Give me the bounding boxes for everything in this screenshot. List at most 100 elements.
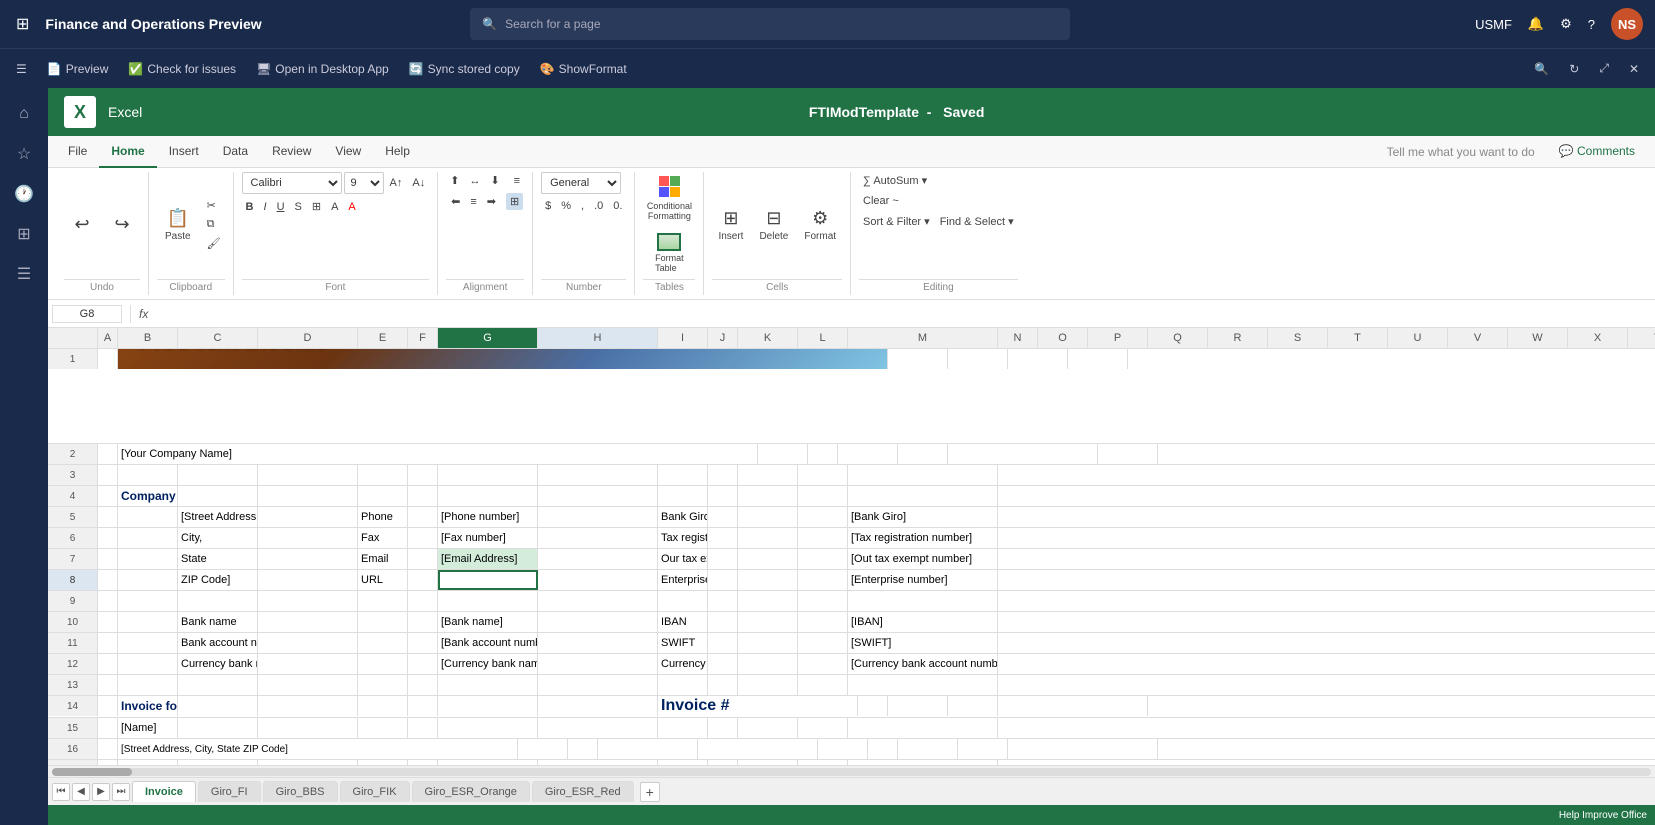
cell-g6[interactable]: [Fax number] bbox=[438, 528, 538, 548]
cell-f16[interactable] bbox=[568, 739, 598, 759]
tab-help[interactable]: Help bbox=[373, 136, 422, 168]
undo-btn[interactable]: ↩ bbox=[64, 210, 100, 239]
find-select-btn[interactable]: Find & Select ▾ bbox=[936, 213, 1018, 230]
cell-e15[interactable] bbox=[358, 718, 408, 738]
cell-j3[interactable] bbox=[708, 465, 738, 485]
cell-e12[interactable] bbox=[358, 654, 408, 674]
cell-h17[interactable] bbox=[538, 760, 658, 765]
cell-f6[interactable] bbox=[408, 528, 438, 548]
cell-i7[interactable]: Our tax exempt number bbox=[658, 549, 708, 569]
cell-j10[interactable] bbox=[708, 612, 738, 632]
cell-j9[interactable] bbox=[708, 591, 738, 611]
cell-a17[interactable] bbox=[98, 760, 118, 765]
cell-f14[interactable] bbox=[408, 696, 438, 716]
cell-e14[interactable] bbox=[358, 696, 408, 716]
cell-d6[interactable] bbox=[258, 528, 358, 548]
col-header-r[interactable]: R bbox=[1208, 328, 1268, 348]
sheet-next-btn[interactable]: ▶ bbox=[92, 783, 110, 801]
cell-e3[interactable] bbox=[358, 465, 408, 485]
formula-input[interactable] bbox=[156, 305, 1651, 323]
cell-d9[interactable] bbox=[258, 591, 358, 611]
cell-b11[interactable] bbox=[118, 633, 178, 653]
col-header-y[interactable]: Y bbox=[1628, 328, 1655, 348]
cell-i4[interactable] bbox=[658, 486, 708, 506]
cell-a7[interactable] bbox=[98, 549, 118, 569]
cell-c3[interactable] bbox=[178, 465, 258, 485]
tab-home[interactable]: Home bbox=[99, 136, 156, 168]
cell-a5[interactable] bbox=[98, 507, 118, 527]
cell-l17[interactable] bbox=[798, 760, 848, 765]
font-size-select[interactable]: 9 bbox=[344, 172, 384, 194]
cell-b14[interactable]: Invoice for bbox=[118, 696, 178, 716]
cell-j13[interactable] bbox=[708, 675, 738, 695]
col-header-i[interactable]: I bbox=[658, 328, 708, 348]
sidebar-recent[interactable]: 🕐 bbox=[6, 176, 42, 212]
cell-l2[interactable] bbox=[898, 444, 948, 464]
cell-p1[interactable] bbox=[888, 349, 948, 369]
col-header-k[interactable]: K bbox=[738, 328, 798, 348]
cell-k12[interactable] bbox=[738, 654, 798, 674]
cell-k16[interactable] bbox=[898, 739, 958, 759]
tab-review[interactable]: Review bbox=[260, 136, 323, 168]
cell-j7[interactable] bbox=[708, 549, 738, 569]
cell-d8[interactable] bbox=[258, 570, 358, 590]
cell-d4[interactable] bbox=[258, 486, 358, 506]
col-header-b[interactable]: B bbox=[118, 328, 178, 348]
cell-e13[interactable] bbox=[358, 675, 408, 695]
sheet-tab-giro-bbs[interactable]: Giro_BBS bbox=[263, 781, 338, 802]
cell-a9[interactable] bbox=[98, 591, 118, 611]
cell-a14[interactable] bbox=[98, 696, 118, 716]
scrollbar-thumb[interactable] bbox=[52, 768, 132, 776]
cell-g9[interactable] bbox=[438, 591, 538, 611]
cell-a10[interactable] bbox=[98, 612, 118, 632]
sheet-tab-giro-esr-orange[interactable]: Giro_ESR_Orange bbox=[412, 781, 530, 802]
cell-b2[interactable]: [Your Company Name] bbox=[118, 444, 758, 464]
cell-n2[interactable] bbox=[1098, 444, 1158, 464]
col-header-h[interactable]: H bbox=[538, 328, 658, 348]
avatar[interactable]: NS bbox=[1611, 8, 1643, 40]
sheet-first-btn[interactable]: ⏮ bbox=[52, 783, 70, 801]
cell-f13[interactable] bbox=[408, 675, 438, 695]
cell-b15[interactable]: [Name] bbox=[118, 718, 178, 738]
cell-a1[interactable] bbox=[98, 349, 118, 369]
wrap-text-btn[interactable]: ≡ bbox=[510, 173, 524, 189]
cell-c17[interactable] bbox=[178, 760, 258, 765]
cell-i14[interactable]: Invoice # bbox=[658, 696, 858, 716]
sheet-last-btn[interactable]: ⏭ bbox=[112, 783, 130, 801]
cell-l10[interactable] bbox=[798, 612, 848, 632]
cell-j17[interactable] bbox=[708, 760, 738, 765]
cell-m3[interactable] bbox=[848, 465, 998, 485]
cell-l3[interactable] bbox=[798, 465, 848, 485]
cell-s1[interactable] bbox=[1068, 349, 1128, 369]
cell-m8[interactable]: [Enterprise number] bbox=[848, 570, 998, 590]
tell-me[interactable]: Tell me what you want to do bbox=[1375, 136, 1547, 167]
cell-q1[interactable] bbox=[948, 349, 1008, 369]
cell-e9[interactable] bbox=[358, 591, 408, 611]
cell-d7[interactable] bbox=[258, 549, 358, 569]
cell-h9[interactable] bbox=[538, 591, 658, 611]
sort-btn[interactable]: Sort & Filter ▾ bbox=[859, 213, 934, 230]
cell-l15[interactable] bbox=[798, 718, 848, 738]
cell-k5[interactable] bbox=[738, 507, 798, 527]
cell-k10[interactable] bbox=[738, 612, 798, 632]
cell-l12[interactable] bbox=[798, 654, 848, 674]
cell-f3[interactable] bbox=[408, 465, 438, 485]
cell-d3[interactable] bbox=[258, 465, 358, 485]
cell-m13[interactable] bbox=[848, 675, 998, 695]
font-name-select[interactable]: Calibri bbox=[242, 172, 342, 194]
cell-c14[interactable] bbox=[178, 696, 258, 716]
cell-f15[interactable] bbox=[408, 718, 438, 738]
tab-file[interactable]: File bbox=[56, 136, 99, 168]
cell-k13[interactable] bbox=[738, 675, 798, 695]
cell-j15[interactable] bbox=[708, 718, 738, 738]
cell-a11[interactable] bbox=[98, 633, 118, 653]
cell-h15[interactable] bbox=[538, 718, 658, 738]
cell-m4[interactable] bbox=[848, 486, 998, 506]
font-color-btn[interactable]: A bbox=[344, 199, 359, 215]
col-header-l[interactable]: L bbox=[798, 328, 848, 348]
cell-l14[interactable] bbox=[948, 696, 998, 716]
cell-a12[interactable] bbox=[98, 654, 118, 674]
format-table-btn[interactable]: FormatTable bbox=[643, 229, 695, 277]
cell-i5[interactable]: Bank Giro bbox=[658, 507, 708, 527]
cell-a8[interactable] bbox=[98, 570, 118, 590]
